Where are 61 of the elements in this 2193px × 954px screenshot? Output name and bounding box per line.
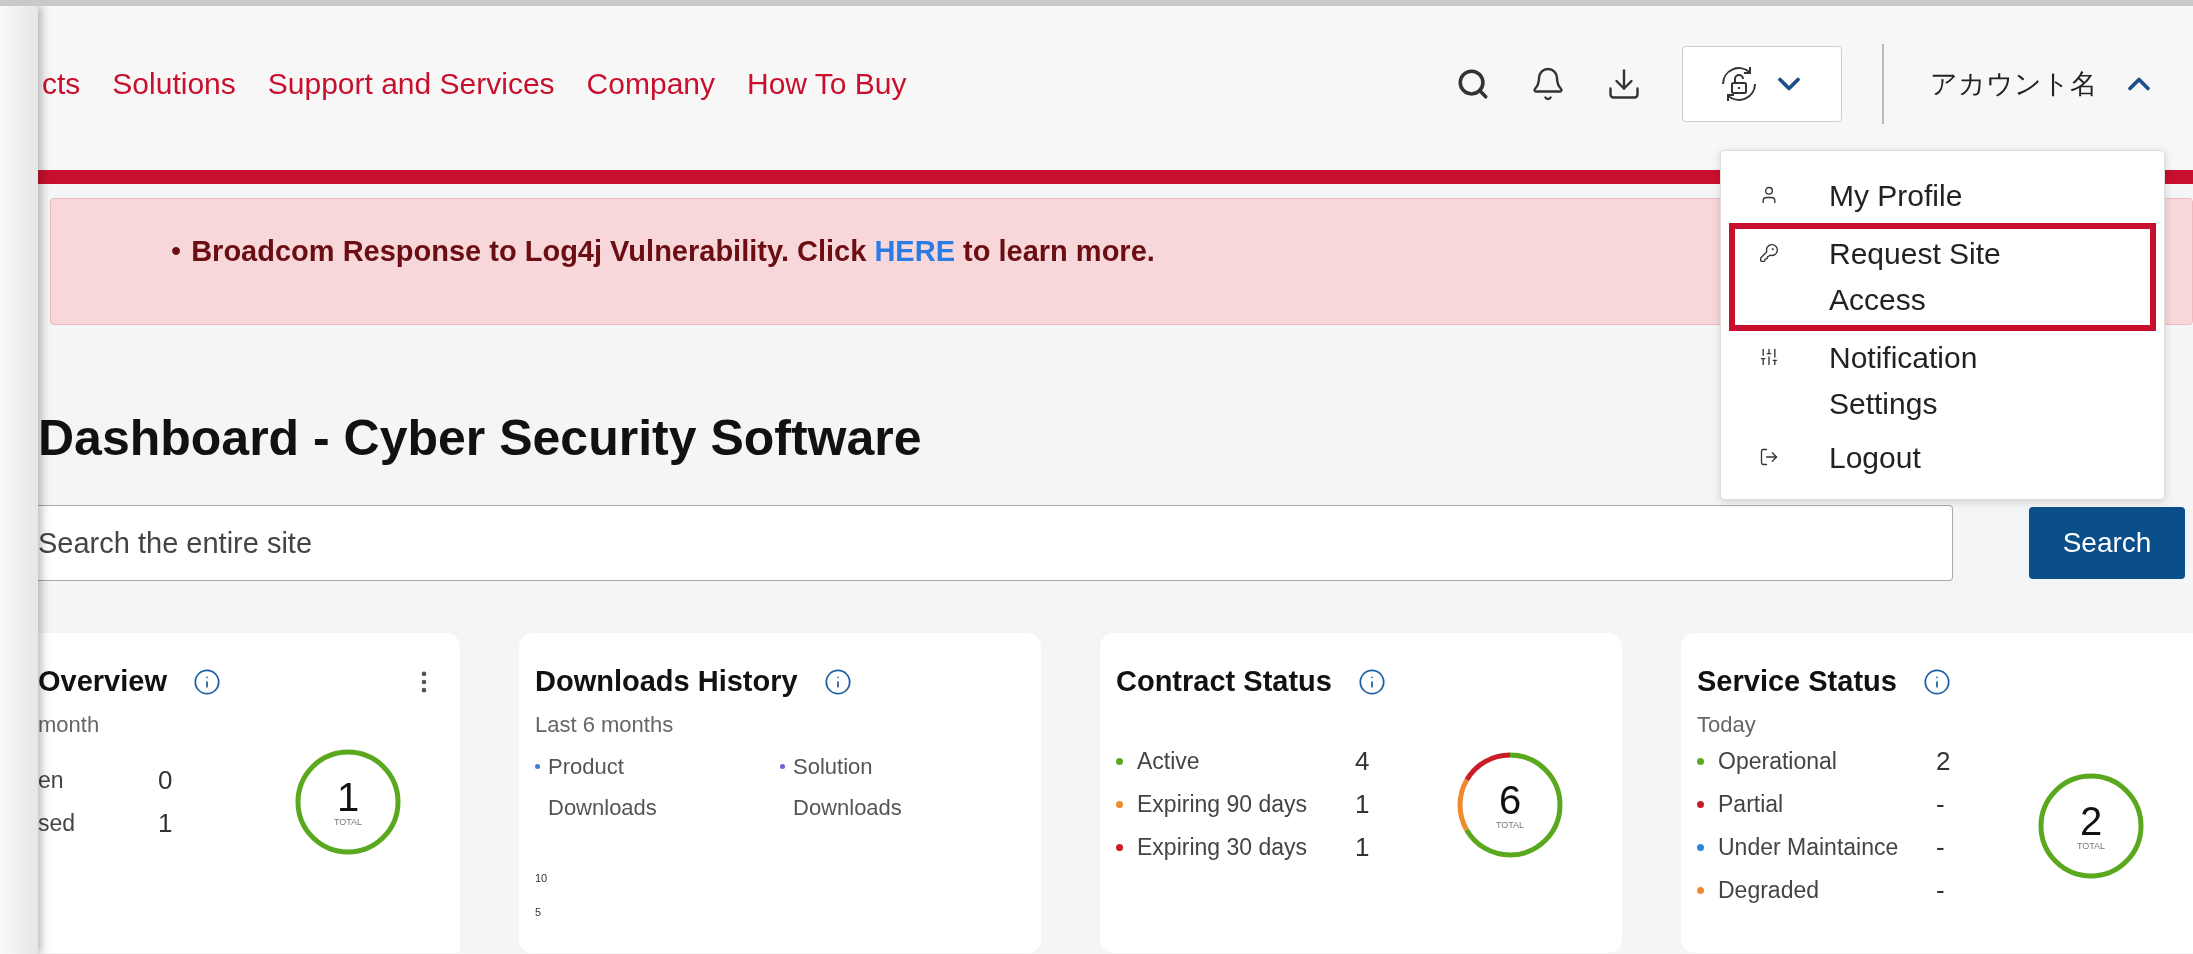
- status-count: 1: [1355, 789, 1370, 820]
- total-label: TOTAL: [1495, 819, 1525, 830]
- card-subtitle: Last 6 months: [535, 712, 675, 738]
- info-icon[interactable]: [1922, 667, 1951, 696]
- sliders-icon: [1759, 347, 1779, 367]
- alert-message: Broadcom Response to Log4j Vulnerability. Click HERE to learn more.: [191, 235, 1155, 268]
- menu-item[interactable]: Logout: [1729, 431, 2156, 485]
- status-count: -: [1936, 875, 1945, 906]
- info-icon[interactable]: [193, 667, 221, 696]
- status-label: Partial: [1718, 791, 1785, 818]
- nav-link[interactable]: Solutions: [112, 67, 236, 101]
- card-title: Contract Status: [1116, 665, 1332, 698]
- download-icon[interactable]: [1606, 66, 1642, 102]
- info-icon[interactable]: [1357, 667, 1386, 696]
- status-count: 4: [1355, 746, 1370, 777]
- total-label: TOTAL: [2076, 841, 2106, 851]
- status-count: 1: [158, 808, 173, 839]
- menu-item[interactable]: Request Site Access: [1729, 223, 2156, 331]
- bullet-mark: •: [171, 235, 182, 267]
- status-label: Active: [1137, 748, 1201, 775]
- card-title: Downloads History: [535, 665, 798, 698]
- card-subtitle: month: [38, 712, 101, 738]
- status-count: 0: [158, 765, 173, 796]
- total-count: 6: [1498, 779, 1522, 820]
- status-label: en: [38, 767, 65, 794]
- search-button[interactable]: Search: [2029, 507, 2185, 579]
- menu-item[interactable]: Notification Settings: [1729, 331, 2156, 431]
- status-label: Operational: [1718, 748, 1838, 775]
- nav-link[interactable]: cts: [42, 67, 81, 101]
- legend-label: Product Downloads: [548, 753, 658, 822]
- nav-link[interactable]: Support and Services: [267, 67, 555, 101]
- key-icon: [1759, 243, 1779, 263]
- legend-label: Solution Downloads: [793, 753, 903, 822]
- nav-link[interactable]: How To Buy: [747, 67, 907, 101]
- card-title: Service Status: [1697, 665, 1897, 698]
- card-title: Overview: [38, 665, 167, 698]
- status-count: -: [1936, 832, 1945, 863]
- total-label: TOTAL: [333, 817, 363, 827]
- nav-link[interactable]: Company: [586, 67, 715, 101]
- bell-icon[interactable]: [1530, 66, 1566, 102]
- status-label: Degraded: [1718, 877, 1821, 904]
- search-field[interactable]: Search the entire site: [38, 505, 1953, 581]
- axis-tick: 5: [535, 906, 542, 918]
- status-count: 2: [1936, 746, 1951, 777]
- status-label: sed: [38, 810, 77, 837]
- status-count: 1: [1355, 832, 1370, 863]
- status-label: Expiring 90 days: [1137, 791, 1309, 818]
- account-menu-button[interactable]: アカウント名: [1924, 65, 2163, 103]
- page-title: Dashboard - Cyber Security Software: [38, 409, 922, 467]
- menu-item[interactable]: My Profile: [1729, 169, 2156, 223]
- total-count: 1: [336, 777, 360, 817]
- lock-menu-button[interactable]: [1682, 46, 1842, 122]
- axis-tick: 10: [535, 872, 548, 884]
- logout-icon: [1759, 447, 1779, 467]
- info-icon[interactable]: [823, 667, 852, 696]
- status-count: -: [1936, 789, 1945, 820]
- total-count: 2: [2079, 801, 2103, 841]
- status-label: Expiring 30 days: [1137, 834, 1309, 861]
- card-subtitle: Today: [1697, 712, 1757, 738]
- search-icon[interactable]: [1456, 67, 1490, 101]
- status-label: Under Maintaince: [1718, 834, 1900, 861]
